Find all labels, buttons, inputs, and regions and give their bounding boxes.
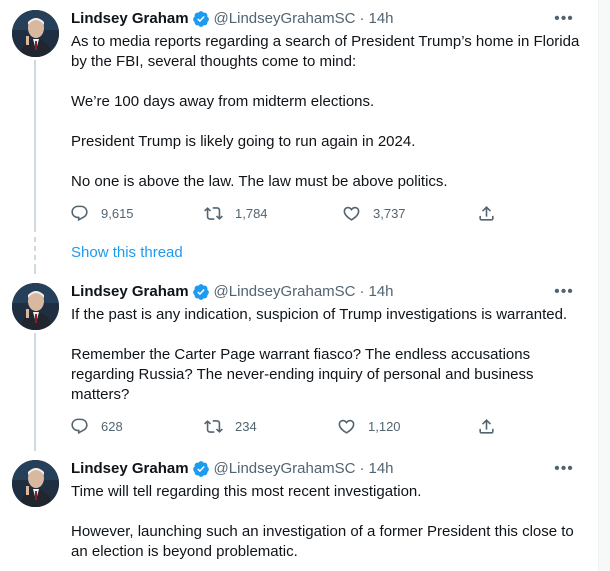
retweet-button[interactable]: 234: [204, 417, 257, 436]
tweet-header: Lindsey Graham @LindseyGrahamSC · 14h: [71, 459, 394, 479]
retweet-button[interactable]: 1,784: [204, 204, 268, 223]
verified-badge-icon: [192, 283, 210, 301]
tweet-paragraph: If the past is any indication, suspicion…: [71, 306, 568, 323]
reply-button[interactable]: 9,615: [70, 204, 134, 223]
verified-badge-icon: [192, 460, 210, 478]
author-handle[interactable]: @LindseyGrahamSC: [214, 459, 356, 479]
share-icon: [479, 419, 494, 434]
author-name[interactable]: Lindsey Graham: [71, 9, 189, 29]
thread-line: [34, 266, 36, 274]
tweet-timestamp[interactable]: 14h: [369, 9, 394, 29]
retweet-count: 1,784: [235, 206, 268, 221]
like-count: 1,120: [368, 419, 401, 434]
like-button[interactable]: 3,737: [342, 204, 406, 223]
tweet-paragraph: No one is above the law. The law must be…: [71, 173, 448, 190]
like-count: 3,737: [373, 206, 406, 221]
tweet-timestamp[interactable]: 14h: [369, 459, 394, 479]
tweet-actions: 9,615 1,784 3,737: [68, 204, 498, 224]
tweet-text: Time will tell regarding this most recen…: [71, 482, 583, 562]
tweet-paragraph: As to media reports regarding a search o…: [71, 33, 580, 70]
tweet-1[interactable]: Lindsey Graham @LindseyGrahamSC · 14h ••…: [0, 0, 598, 269]
thread-line: [34, 60, 36, 232]
more-icon[interactable]: •••: [554, 459, 574, 479]
avatar[interactable]: [12, 283, 59, 330]
tweet-paragraph: Time will tell regarding this most recen…: [71, 483, 422, 500]
like-icon: [338, 419, 355, 434]
reply-button[interactable]: 628: [70, 417, 123, 436]
like-icon: [343, 206, 360, 221]
retweet-icon: [204, 420, 223, 433]
verified-badge-icon: [192, 10, 210, 28]
scrollbar-track[interactable]: [598, 0, 610, 571]
avatar[interactable]: [12, 10, 59, 57]
more-icon[interactable]: •••: [554, 9, 574, 29]
author-name[interactable]: Lindsey Graham: [71, 459, 189, 479]
reply-count: 628: [101, 419, 123, 434]
thread-view: Lindsey Graham @LindseyGrahamSC · 14h ••…: [0, 0, 610, 571]
tweet-timestamp[interactable]: 14h: [369, 282, 394, 302]
tweet-header: Lindsey Graham @LindseyGrahamSC · 14h: [71, 282, 394, 302]
thread-line: [34, 333, 36, 451]
dot-separator: ·: [359, 460, 365, 477]
dot-separator: ·: [359, 283, 365, 300]
author-handle[interactable]: @LindseyGrahamSC: [214, 282, 356, 302]
avatar[interactable]: [12, 460, 59, 507]
author-handle[interactable]: @LindseyGrahamSC: [214, 9, 356, 29]
tweet-paragraph: We’re 100 days away from midterm electio…: [71, 93, 375, 110]
tweet-text: If the past is any indication, suspicion…: [71, 305, 583, 405]
tweet-actions: 628 234 1,120: [68, 417, 498, 437]
author-name[interactable]: Lindsey Graham: [71, 282, 189, 302]
reply-count: 9,615: [101, 206, 134, 221]
dot-separator: ·: [359, 10, 365, 27]
tweet-3[interactable]: Lindsey Graham @LindseyGrahamSC · 14h ••…: [0, 448, 598, 571]
share-icon: [479, 206, 494, 221]
tweet-header: Lindsey Graham @LindseyGrahamSC · 14h: [71, 9, 394, 29]
tweet-paragraph: President Trump is likely going to run a…: [71, 133, 416, 150]
tweet-text: As to media reports regarding a search o…: [71, 32, 583, 192]
share-button[interactable]: [477, 417, 496, 436]
tweet-paragraph: Remember the Carter Page warrant fiasco?…: [71, 346, 534, 403]
like-button[interactable]: 1,120: [337, 417, 401, 436]
share-button[interactable]: [477, 204, 496, 223]
tweet-paragraph: However, launching such an investigation…: [71, 523, 574, 560]
more-icon[interactable]: •••: [554, 282, 574, 302]
tweet-2[interactable]: Lindsey Graham @LindseyGrahamSC · 14h ••…: [0, 266, 598, 451]
reply-icon: [71, 418, 88, 435]
retweet-icon: [204, 207, 223, 220]
reply-icon: [71, 205, 88, 222]
retweet-count: 234: [235, 419, 257, 434]
show-thread-link[interactable]: Show this thread: [71, 243, 183, 263]
